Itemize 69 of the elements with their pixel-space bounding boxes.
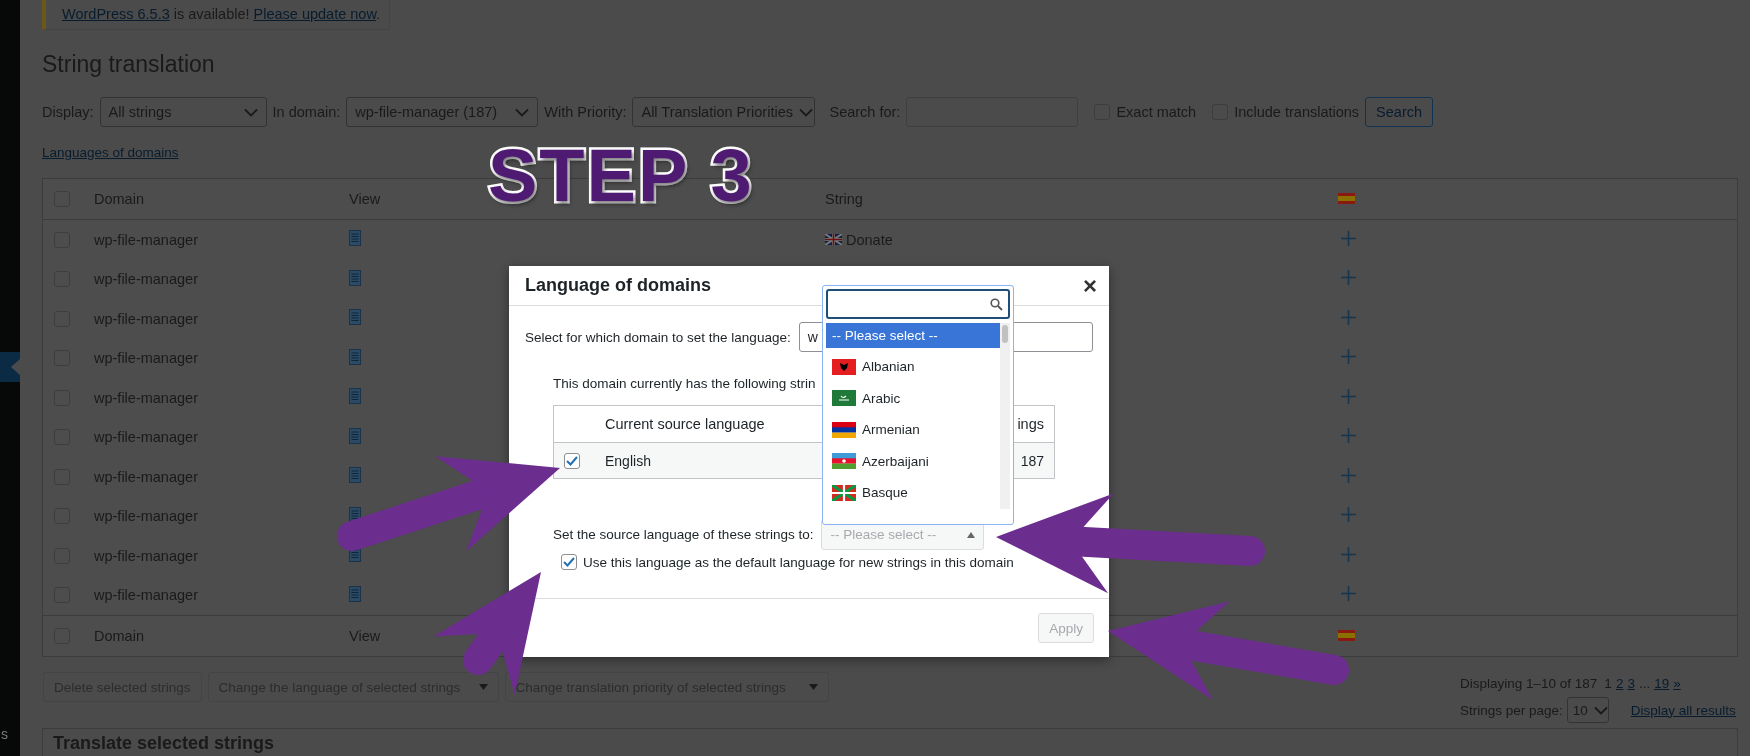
document-icon	[349, 467, 361, 484]
document-icon	[349, 269, 361, 286]
document-icon	[349, 230, 361, 247]
flag-icon	[1338, 193, 1355, 204]
dropdown-option[interactable]: -- Please select --	[826, 323, 1000, 348]
flag-icon	[825, 234, 842, 246]
flag-icon	[1338, 630, 1355, 641]
add-icon[interactable]	[1341, 507, 1356, 523]
intro-text: This domain currently has the following strin	[553, 376, 817, 391]
dropdown-option[interactable]: Azerbaijani	[826, 445, 1000, 477]
check-icon	[563, 557, 575, 567]
caret-down-icon	[808, 684, 818, 690]
search-button[interactable]: Search	[1365, 97, 1434, 127]
check-icon	[566, 455, 578, 466]
menu-label[interactable]: s	[0, 726, 20, 742]
document-icon	[349, 546, 361, 563]
add-icon[interactable]	[1341, 546, 1356, 562]
version-link[interactable]: WordPress 6.5.3	[62, 6, 170, 22]
add-icon[interactable]	[1341, 309, 1356, 325]
flag-icon	[832, 484, 856, 501]
flag-icon	[832, 421, 856, 438]
column-header: Current source language	[605, 416, 765, 432]
add-icon[interactable]	[1341, 349, 1356, 365]
display-all-link[interactable]: Display all results	[1630, 702, 1736, 718]
page-link[interactable]: 3	[1627, 675, 1635, 691]
table-cell: English	[605, 452, 651, 469]
caret-up-icon	[967, 531, 976, 538]
add-icon[interactable]	[1341, 428, 1356, 444]
add-icon[interactable]	[1341, 230, 1356, 246]
add-icon[interactable]	[1341, 586, 1356, 602]
flag-icon	[832, 358, 856, 375]
checkbox[interactable]	[561, 554, 577, 570]
dropdown-option[interactable]: Basque	[826, 477, 1000, 509]
close-button[interactable]: ×	[1083, 273, 1097, 298]
checkbox-label: Use this language as the default language for new strings in this domain	[583, 554, 1014, 570]
flag-icon	[832, 453, 856, 470]
chevron-down-icon	[798, 107, 813, 117]
page-link[interactable]: 2	[1615, 675, 1624, 691]
document-icon	[349, 585, 361, 602]
page-link[interactable]: »	[1673, 675, 1681, 691]
dropdown-option[interactable]: Albanian	[826, 351, 1000, 383]
document-icon	[349, 309, 361, 326]
menu-pointer-icon	[11, 359, 20, 375]
add-icon[interactable]	[1341, 388, 1356, 404]
add-icon[interactable]	[1341, 467, 1356, 483]
document-icon	[349, 427, 361, 444]
dropdown-option[interactable]: Arabic	[826, 382, 1000, 414]
field-label: Set the source language of these strings to:	[553, 527, 814, 542]
document-icon	[349, 388, 361, 405]
document-icon	[349, 348, 361, 365]
column-header: ings	[1017, 416, 1045, 432]
search-field[interactable]	[826, 289, 1010, 319]
step-label: STEP 3	[488, 136, 754, 216]
dialog-title: Language of domains	[525, 275, 711, 296]
flag-icon	[832, 390, 856, 407]
pagination-gap: ...	[1638, 675, 1651, 691]
dropdown-option[interactable]: Armenian	[826, 414, 1000, 446]
document-icon	[349, 506, 361, 523]
checkbox[interactable]	[564, 452, 580, 469]
chevron-down-icon	[243, 107, 258, 117]
add-icon[interactable]	[1341, 270, 1356, 286]
chevron-down-icon	[1593, 705, 1608, 715]
table-cell-text: 187	[1020, 452, 1045, 469]
chevron-down-icon	[515, 107, 530, 117]
field-label: Select for which domain to set the language:	[525, 329, 791, 345]
caret-down-icon	[478, 684, 488, 690]
search-icon	[990, 297, 1003, 311]
scrollbar[interactable]	[1000, 323, 1010, 509]
page-link[interactable]: 19	[1654, 675, 1670, 691]
